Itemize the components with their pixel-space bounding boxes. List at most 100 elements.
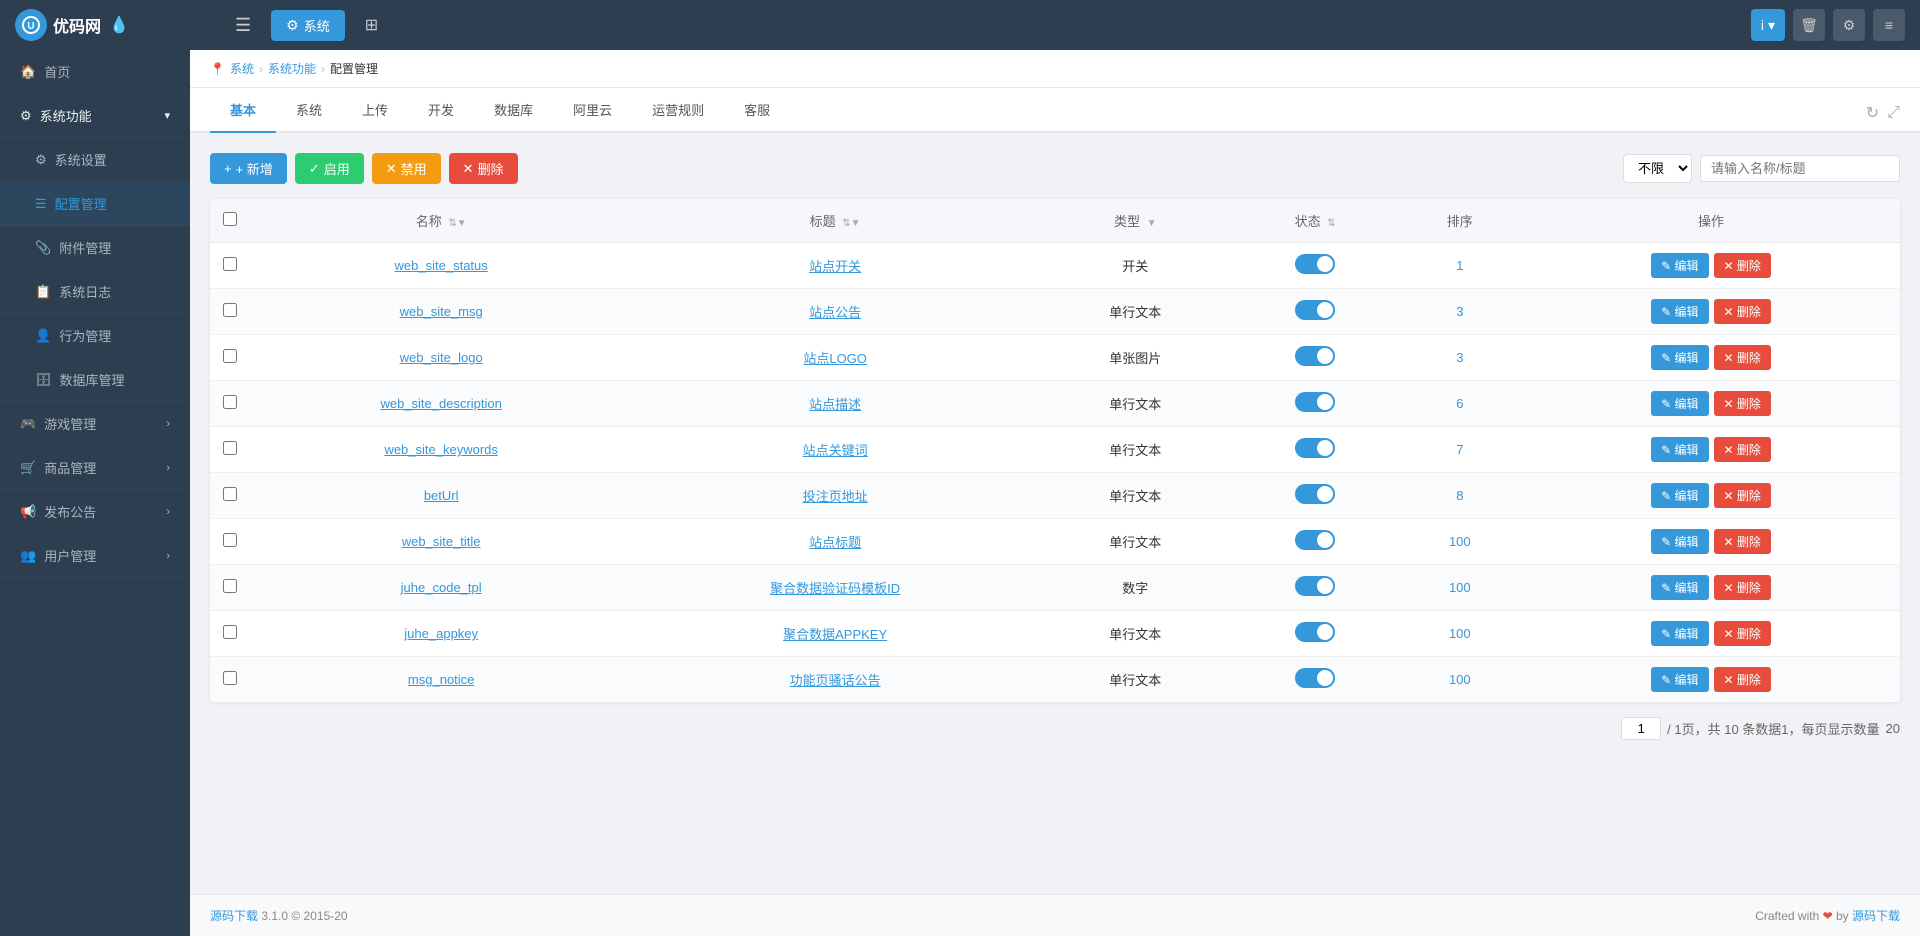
del-button[interactable]: ✕ 删除 bbox=[1714, 575, 1771, 600]
row-status[interactable] bbox=[1233, 335, 1398, 381]
tab-support[interactable]: 客服 bbox=[724, 88, 790, 133]
edit-button[interactable]: ✎ 编辑 bbox=[1651, 621, 1708, 646]
status-toggle[interactable] bbox=[1295, 530, 1335, 550]
row-title[interactable]: 聚合数据验证码模板ID bbox=[632, 565, 1038, 611]
row-name[interactable]: web_site_title bbox=[250, 519, 632, 565]
status-toggle[interactable] bbox=[1295, 392, 1335, 412]
row-status[interactable] bbox=[1233, 427, 1398, 473]
row-sort[interactable]: 100 bbox=[1398, 657, 1522, 703]
sidebar-item-behavior[interactable]: 👤 行为管理 bbox=[0, 314, 190, 358]
row-sort[interactable]: 3 bbox=[1398, 289, 1522, 335]
edit-button[interactable]: ✎ 编辑 bbox=[1651, 483, 1708, 508]
tab-basic[interactable]: 基本 bbox=[210, 88, 276, 133]
edit-button[interactable]: ✎ 编辑 bbox=[1651, 437, 1708, 462]
row-name[interactable]: juhe_code_tpl bbox=[250, 565, 632, 611]
sidebar-item-goods[interactable]: 🛒 商品管理 › bbox=[0, 446, 190, 490]
row-select-checkbox[interactable] bbox=[223, 579, 237, 593]
edit-button[interactable]: ✎ 编辑 bbox=[1651, 575, 1708, 600]
row-sort[interactable]: 100 bbox=[1398, 611, 1522, 657]
del-button[interactable]: ✕ 删除 bbox=[1714, 483, 1771, 508]
fullscreen-icon[interactable]: ⤢ bbox=[1887, 104, 1900, 122]
row-status[interactable] bbox=[1233, 243, 1398, 289]
row-title[interactable]: 聚合数据APPKEY bbox=[632, 611, 1038, 657]
sidebar-item-home[interactable]: 🏠 首页 bbox=[0, 50, 190, 94]
nav-grid[interactable]: ⊞ bbox=[350, 9, 393, 41]
row-title[interactable]: 站点标题 bbox=[632, 519, 1038, 565]
edit-button[interactable]: ✎ 编辑 bbox=[1651, 345, 1708, 370]
row-select-checkbox[interactable] bbox=[223, 625, 237, 639]
row-title[interactable]: 站点开关 bbox=[632, 243, 1038, 289]
user-info-btn[interactable]: i ▾ bbox=[1751, 9, 1785, 41]
page-input[interactable] bbox=[1621, 717, 1661, 740]
row-title[interactable]: 站点公告 bbox=[632, 289, 1038, 335]
sidebar-item-games[interactable]: 🎮 游戏管理 › bbox=[0, 402, 190, 446]
row-title[interactable]: 站点关键词 bbox=[632, 427, 1038, 473]
row-sort[interactable]: 100 bbox=[1398, 565, 1522, 611]
tab-system[interactable]: 系统 bbox=[276, 88, 342, 133]
disable-button[interactable]: ✕ 禁用 bbox=[372, 153, 441, 184]
del-button[interactable]: ✕ 删除 bbox=[1714, 667, 1771, 692]
sidebar-item-system-settings[interactable]: ⚙ 系统设置 bbox=[0, 138, 190, 182]
row-select-checkbox[interactable] bbox=[223, 533, 237, 547]
status-toggle[interactable] bbox=[1295, 622, 1335, 642]
del-button[interactable]: ✕ 删除 bbox=[1714, 529, 1771, 554]
sidebar-item-announce[interactable]: 📢 发布公告 › bbox=[0, 490, 190, 534]
enable-button[interactable]: ✓ 启用 bbox=[295, 153, 364, 184]
status-toggle[interactable] bbox=[1295, 300, 1335, 320]
tab-dev[interactable]: 开发 bbox=[408, 88, 474, 133]
del-button[interactable]: ✕ 删除 bbox=[1714, 253, 1771, 278]
menu-btn[interactable]: ≡ bbox=[1873, 9, 1905, 41]
sidebar-item-system-func[interactable]: ⚙ 系统功能 ▾ bbox=[0, 94, 190, 138]
row-title[interactable]: 站点LOGO bbox=[632, 335, 1038, 381]
status-toggle[interactable] bbox=[1295, 484, 1335, 504]
refresh-icon[interactable]: ↻ bbox=[1866, 103, 1879, 123]
row-name[interactable]: web_site_status bbox=[250, 243, 632, 289]
status-toggle[interactable] bbox=[1295, 254, 1335, 274]
row-sort[interactable]: 1 bbox=[1398, 243, 1522, 289]
breadcrumb-sys-func[interactable]: 系统功能 bbox=[268, 60, 316, 77]
tab-upload[interactable]: 上传 bbox=[342, 88, 408, 133]
footer-by-link[interactable]: 源码下载 bbox=[1852, 909, 1900, 923]
row-name[interactable]: web_site_keywords bbox=[250, 427, 632, 473]
tab-db[interactable]: 数据库 bbox=[474, 88, 553, 133]
status-toggle[interactable] bbox=[1295, 346, 1335, 366]
row-select-checkbox[interactable] bbox=[223, 441, 237, 455]
row-name[interactable]: juhe_appkey bbox=[250, 611, 632, 657]
row-sort[interactable]: 6 bbox=[1398, 381, 1522, 427]
row-status[interactable] bbox=[1233, 657, 1398, 703]
row-status[interactable] bbox=[1233, 565, 1398, 611]
tab-ops-rule[interactable]: 运营规则 bbox=[632, 88, 724, 133]
row-select-checkbox[interactable] bbox=[223, 303, 237, 317]
row-name[interactable]: web_site_msg bbox=[250, 289, 632, 335]
row-status[interactable] bbox=[1233, 519, 1398, 565]
sidebar-item-config[interactable]: ☰ 配置管理 bbox=[0, 182, 190, 226]
footer-download-link[interactable]: 源码下载 bbox=[210, 909, 258, 923]
row-sort[interactable]: 7 bbox=[1398, 427, 1522, 473]
sort-name-icon[interactable]: ⇅▼ bbox=[448, 218, 466, 229]
del-button[interactable]: ✕ 删除 bbox=[1714, 391, 1771, 416]
type-filter-select[interactable]: 不限 bbox=[1623, 154, 1692, 183]
nav-system[interactable]: ⚙ 系统 bbox=[271, 10, 345, 41]
search-input[interactable] bbox=[1700, 155, 1900, 182]
row-select-checkbox[interactable] bbox=[223, 349, 237, 363]
edit-button[interactable]: ✎ 编辑 bbox=[1651, 253, 1708, 278]
trash-btn[interactable]: 🗑 bbox=[1793, 9, 1825, 41]
edit-button[interactable]: ✎ 编辑 bbox=[1651, 299, 1708, 324]
edit-button[interactable]: ✎ 编辑 bbox=[1651, 391, 1708, 416]
sidebar-item-database[interactable]: 🗄 数据库管理 bbox=[0, 358, 190, 402]
del-button[interactable]: ✕ 删除 bbox=[1714, 299, 1771, 324]
row-select-checkbox[interactable] bbox=[223, 671, 237, 685]
sidebar-item-syslog[interactable]: 📋 系统日志 bbox=[0, 270, 190, 314]
sort-status-icon[interactable]: ⇅ bbox=[1327, 218, 1335, 229]
row-name[interactable]: msg_notice bbox=[250, 657, 632, 703]
row-sort[interactable]: 100 bbox=[1398, 519, 1522, 565]
row-select-checkbox[interactable] bbox=[223, 395, 237, 409]
sort-title-icon[interactable]: ⇅▼ bbox=[842, 218, 860, 229]
row-sort[interactable]: 3 bbox=[1398, 335, 1522, 381]
row-select-checkbox[interactable] bbox=[223, 257, 237, 271]
status-toggle[interactable] bbox=[1295, 668, 1335, 688]
tab-aliyun[interactable]: 阿里云 bbox=[553, 88, 632, 133]
row-name[interactable]: web_site_description bbox=[250, 381, 632, 427]
sidebar-item-users[interactable]: 👥 用户管理 › bbox=[0, 534, 190, 578]
row-title[interactable]: 站点描述 bbox=[632, 381, 1038, 427]
